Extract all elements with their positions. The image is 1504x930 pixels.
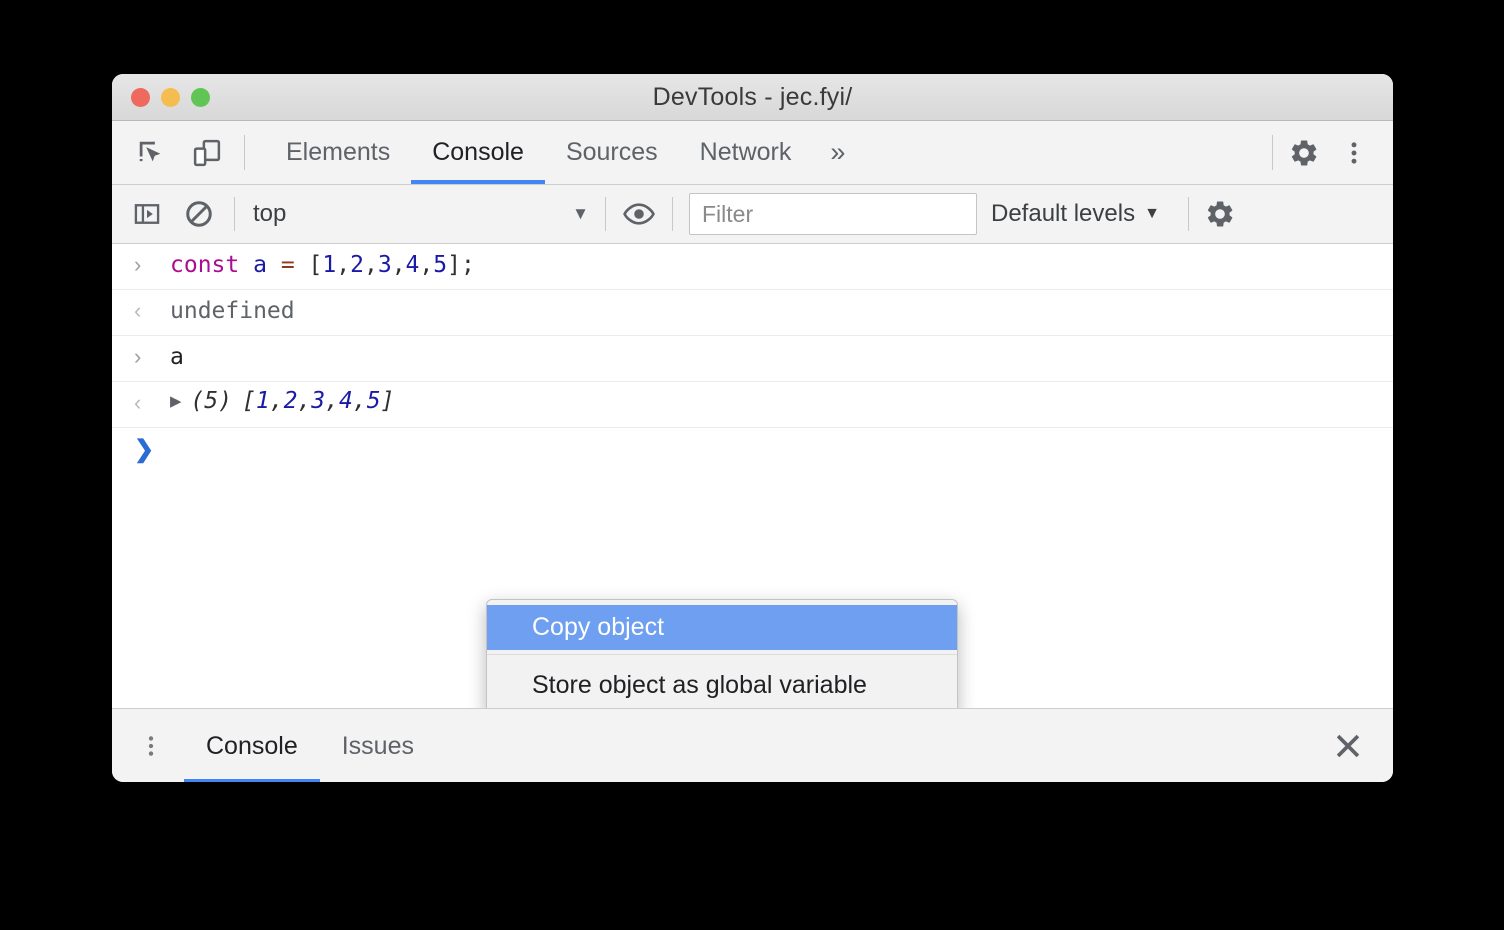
tab-label: Console — [432, 138, 524, 166]
context-menu-item-store-global[interactable]: Store object as global variable — [487, 663, 957, 708]
log-levels-dropdown[interactable]: Default levels ▼ — [977, 200, 1174, 228]
tab-label: Elements — [286, 138, 391, 166]
array-item: 3 — [311, 388, 326, 414]
input-arrow-icon: › — [134, 344, 142, 369]
drawer-tab-issues[interactable]: Issues — [320, 709, 436, 782]
log-levels-label: Default levels — [991, 200, 1136, 227]
output-arrow-icon: ‹ — [134, 390, 142, 415]
console-output[interactable]: › const a = [1,2,3,4,5]; ‹ undefined › a… — [112, 244, 1393, 708]
drawer-tabs: Console Issues — [184, 709, 436, 782]
console-filter-toolbar: top ▼ Default levels ▼ — [112, 185, 1393, 244]
more-tabs-label: » — [830, 137, 846, 167]
chevron-down-icon: ▼ — [1144, 205, 1160, 222]
code-token: , — [419, 252, 434, 278]
prompt-arrow-icon: ❯ — [134, 436, 155, 463]
context-menu-item-copy-object[interactable]: Copy object — [487, 605, 957, 650]
console-input-expression: a — [170, 344, 184, 370]
array-item: 2 — [283, 388, 298, 414]
code-token: 3 — [377, 252, 392, 278]
console-input-expression: const a = [1,2,3,4,5]; — [170, 250, 475, 281]
screen: DevTools - jec.fyi/ Elements Console Sou… — [0, 0, 1504, 930]
kebab-menu-icon[interactable] — [112, 709, 184, 782]
filterbar-divider-3 — [672, 197, 673, 231]
devtools-main-toolbar: Elements Console Sources Network » — [112, 121, 1393, 185]
console-settings-gear-icon[interactable] — [1203, 197, 1237, 231]
toolbar-divider-right — [1272, 135, 1273, 170]
close-icon[interactable] — [1331, 709, 1393, 782]
code-token: , — [336, 252, 351, 278]
chevron-down-icon: ▼ — [572, 204, 589, 223]
console-message-input[interactable]: › const a = [1,2,3,4,5]; — [112, 244, 1393, 290]
window-title: DevTools - jec.fyi/ — [652, 82, 853, 111]
context-menu-item-label: Store object as global variable — [532, 671, 867, 699]
tab-label: Sources — [565, 138, 658, 166]
array-separator: , — [352, 388, 367, 414]
expand-triangle-icon[interactable]: ▶ — [170, 390, 181, 412]
tab-network[interactable]: Network — [679, 121, 813, 184]
array-open-bracket: [ — [242, 388, 256, 414]
console-prompt-row[interactable]: ❯ — [112, 428, 1393, 473]
console-result-value: undefined — [170, 298, 295, 324]
filterbar-divider-2 — [605, 197, 606, 231]
devtools-window: DevTools - jec.fyi/ Elements Console Sou… — [112, 74, 1393, 782]
device-toolbar-icon[interactable] — [190, 136, 224, 170]
array-separator: , — [269, 388, 284, 414]
code-token: a — [253, 252, 267, 278]
console-array-result[interactable]: ▶ (5) [1, 2, 3, 4, 5] — [170, 388, 394, 414]
tab-sources[interactable]: Sources — [545, 121, 679, 184]
context-menu[interactable]: Copy object Store object as global varia… — [486, 599, 958, 708]
execution-context-select[interactable]: top ▼ — [253, 200, 589, 228]
output-arrow-icon: ‹ — [134, 298, 142, 323]
window-titlebar: DevTools - jec.fyi/ — [112, 74, 1393, 121]
drawer-tabbar: Console Issues — [112, 708, 1393, 782]
drawer-tab-label: Issues — [341, 731, 414, 760]
tab-console[interactable]: Console — [411, 121, 545, 184]
array-separator: , — [325, 388, 340, 414]
toolbar-right-icons — [1258, 121, 1393, 184]
context-menu-separator — [487, 654, 957, 655]
clear-console-icon[interactable] — [182, 197, 216, 231]
array-close-bracket: ] — [380, 388, 395, 414]
code-token: , — [363, 252, 378, 278]
kebab-menu-icon[interactable] — [1337, 136, 1371, 170]
panel-tabs: Elements Console Sources Network » — [265, 121, 863, 184]
drawer-tab-console[interactable]: Console — [184, 709, 320, 782]
code-token: 4 — [405, 252, 420, 278]
array-item: 5 — [366, 388, 381, 414]
input-arrow-icon: › — [134, 252, 142, 277]
filterbar-divider-1 — [234, 197, 235, 231]
filter-input[interactable] — [689, 193, 977, 235]
code-token: const — [170, 252, 240, 278]
more-tabs-chevron-icon[interactable]: » — [812, 121, 863, 184]
code-token: 5 — [433, 252, 448, 278]
gear-icon[interactable] — [1287, 136, 1321, 170]
tab-elements[interactable]: Elements — [265, 121, 411, 184]
execution-context-value: top — [253, 200, 287, 227]
code-token: ]; — [447, 252, 475, 278]
filterbar-divider-4 — [1187, 197, 1189, 231]
console-message-result[interactable]: ‹ undefined — [112, 290, 1393, 336]
console-message-input[interactable]: › a — [112, 336, 1393, 382]
toolbar-divider — [244, 135, 245, 170]
array-item: 4 — [339, 388, 353, 414]
toolbar-left-icons — [112, 121, 224, 184]
code-token: 2 — [350, 252, 364, 278]
console-message-result[interactable]: ‹ ▶ (5) [1, 2, 3, 4, 5] — [112, 382, 1393, 428]
code-token: [ — [294, 252, 323, 278]
array-separator: , — [297, 388, 312, 414]
live-expression-eye-icon[interactable] — [622, 197, 656, 231]
code-token: , — [391, 252, 406, 278]
tab-label: Network — [699, 138, 792, 166]
array-item: 1 — [255, 388, 270, 414]
code-token: = — [280, 252, 295, 278]
context-menu-item-label: Copy object — [532, 613, 665, 641]
inspect-element-icon[interactable] — [134, 136, 168, 170]
array-length-label: (5) — [190, 388, 232, 414]
console-sidebar-toggle-icon[interactable] — [130, 197, 164, 231]
drawer-tab-label: Console — [206, 731, 298, 760]
code-token: 1 — [322, 252, 337, 278]
